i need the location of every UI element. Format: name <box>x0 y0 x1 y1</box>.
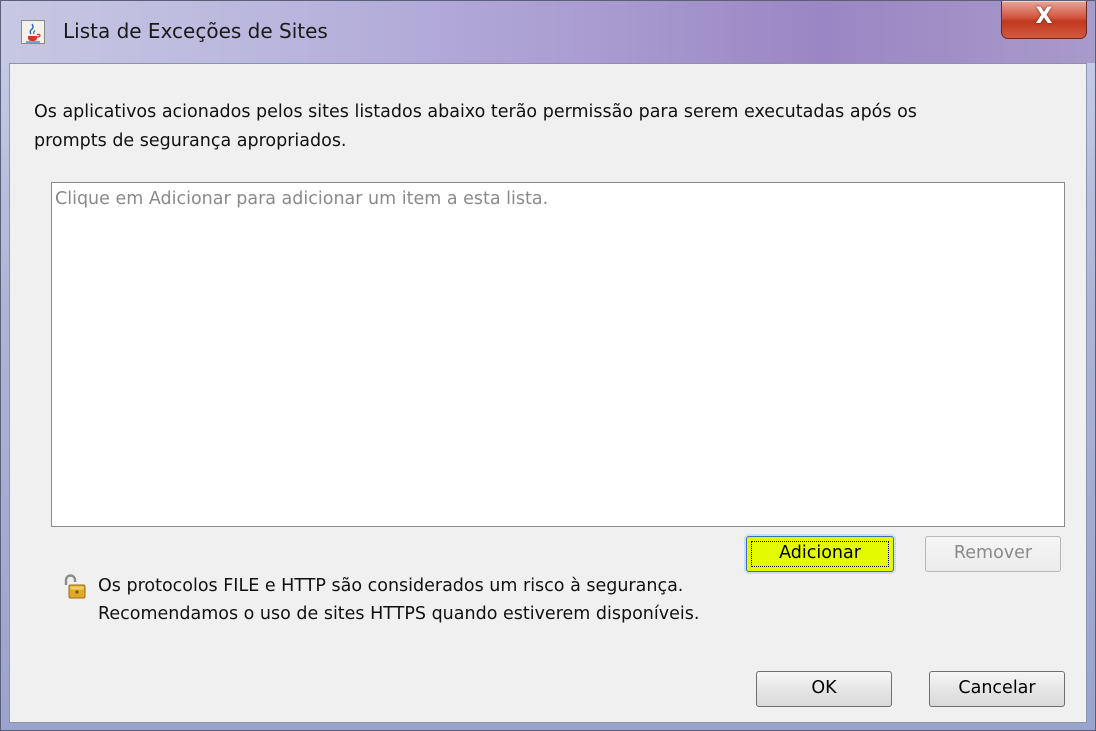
add-button-label: Adicionar <box>779 543 861 563</box>
ok-button[interactable]: OK <box>756 671 892 707</box>
remove-button-label: Remover <box>953 543 1033 563</box>
dialog-content: Os aplicativos acionados pelos sites lis… <box>9 63 1087 723</box>
site-list-placeholder: Clique em Adicionar para adicionar um it… <box>55 189 549 209</box>
security-warning-line-1: Os protocolos FILE e HTTP são considerad… <box>98 576 684 596</box>
add-button[interactable]: Adicionar <box>746 536 894 572</box>
description-line-1: Os aplicativos acionados pelos sites lis… <box>34 102 917 122</box>
close-icon: X <box>1035 4 1053 29</box>
close-button[interactable]: X <box>1001 1 1087 39</box>
site-list[interactable]: Clique em Adicionar para adicionar um it… <box>51 182 1065 527</box>
java-cup-icon <box>21 20 45 44</box>
window-title: Lista de Exceções de Sites <box>63 19 328 43</box>
site-exception-list-dialog: Lista de Exceções de Sites X Os aplicati… <box>0 0 1096 731</box>
title-bar[interactable]: Lista de Exceções de Sites X <box>1 1 1095 63</box>
cancel-button[interactable]: Cancelar <box>929 671 1065 707</box>
unlocked-padlock-icon <box>63 574 87 600</box>
description-line-2: prompts de segurança apropriados. <box>34 131 347 151</box>
description-text: Os aplicativos acionados pelos sites lis… <box>34 98 1034 156</box>
remove-button[interactable]: Remover <box>925 536 1061 572</box>
security-warning: Os protocolos FILE e HTTP são considerad… <box>98 572 699 628</box>
security-warning-line-2: Recomendamos o uso de sites HTTPS quando… <box>98 604 700 624</box>
ok-button-label: OK <box>811 678 837 698</box>
cancel-button-label: Cancelar <box>958 678 1036 698</box>
